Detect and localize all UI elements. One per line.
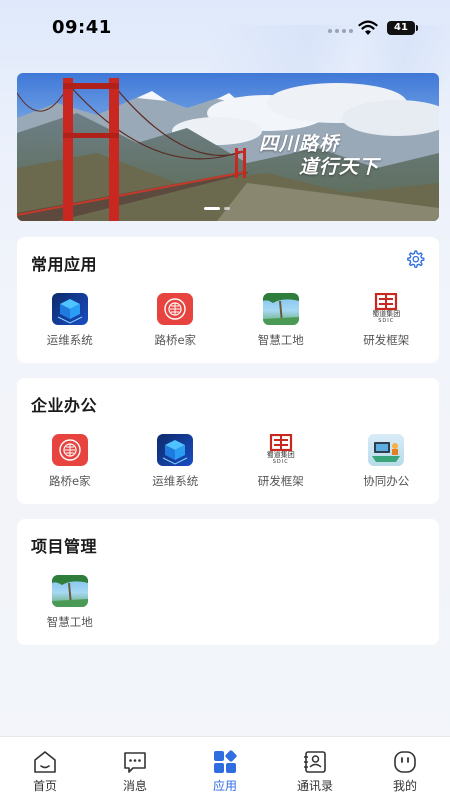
battery-icon: 41 [387,21,415,35]
section-common-apps: 常用应用 运维系统 路桥e家 智慧工地 蜀道集团 SDIC 研发框架 [17,237,439,363]
contacts-icon [304,751,326,773]
app-collab-office[interactable]: 协同办公 [334,434,440,489]
app-road-bridge-home[interactable]: 路桥e家 [123,293,229,348]
sdic-logo-sub: SDIC [272,459,289,465]
sdic-logo-text: 蜀道集团 [266,451,295,459]
profile-icon [394,751,416,773]
signal-icon [328,29,353,33]
bridge-image [17,73,439,221]
app-road-bridge-home[interactable]: 路桥e家 [17,434,123,489]
app-label: 研发框架 [363,333,410,347]
smart-site-icon [51,575,88,607]
sdic-logo-icon: 蜀道集团 SDIC [262,434,299,466]
carousel-dot [224,207,230,210]
tab-contacts[interactable]: 通讯录 [270,737,360,801]
carousel-dot-active [204,207,220,210]
app-label: 协同办公 [363,474,410,488]
status-time: 09:41 [52,17,112,38]
wifi-icon [358,20,378,35]
app-label: 智慧工地 [257,333,304,347]
collab-office-icon [368,434,405,466]
tab-label: 我的 [392,779,417,793]
app-label: 运维系统 [46,333,93,347]
app-grid: 路桥e家 运维系统 蜀道集团 SDIC 研发框架 协同办公 [17,434,439,489]
app-rd-framework[interactable]: 蜀道集团 SDIC 研发框架 [334,293,440,348]
app-label: 智慧工地 [46,615,93,629]
tab-label: 消息 [122,779,147,793]
gear-icon[interactable] [405,249,425,269]
section-title: 常用应用 [31,255,98,274]
tab-home[interactable]: 首页 [0,737,90,801]
carousel-indicator [204,207,230,210]
bottom-tab-bar: 首页 消息 应用 通讯录 我的 [0,736,450,801]
sdic-logo-icon: 蜀道集团 SDIC [368,293,405,325]
app-grid: 运维系统 路桥e家 智慧工地 蜀道集团 SDIC 研发框架 [17,293,439,348]
sdic-logo-sub: SDIC [378,318,395,324]
status-bar: 09:41 41 [0,0,450,85]
tab-label: 首页 [32,779,57,793]
app-grid: 智慧工地 [17,575,439,630]
app-smart-site[interactable]: 智慧工地 [17,575,123,630]
section-enterprise-office: 企业办公 路桥e家 运维系统 蜀道集团 SDIC 研发框架 协同办公 [17,378,439,504]
road-bridge-home-icon [51,434,88,466]
tab-messages[interactable]: 消息 [90,737,180,801]
sdic-logo-text: 蜀道集团 [372,310,401,318]
app-label: 研发框架 [257,474,304,488]
tab-apps[interactable]: 应用 [180,737,270,801]
app-label: 运维系统 [152,474,199,488]
message-icon [124,752,146,773]
app-label: 路桥e家 [48,474,91,488]
banner-carousel[interactable]: 四川路桥 道行天下 [17,73,439,221]
tab-label: 应用 [212,779,237,793]
app-ops-system[interactable]: 运维系统 [123,434,229,489]
app-smart-site[interactable]: 智慧工地 [228,293,334,348]
app-rd-framework[interactable]: 蜀道集团 SDIC 研发框架 [228,434,334,489]
road-bridge-home-icon [157,293,194,325]
section-title: 项目管理 [31,537,98,556]
app-ops-system[interactable]: 运维系统 [17,293,123,348]
section-project-management: 项目管理 智慧工地 [17,519,439,645]
tab-label: 通讯录 [296,779,333,793]
ops-system-icon [157,434,194,466]
smart-site-icon [262,293,299,325]
tab-profile[interactable]: 我的 [360,737,450,801]
apps-icon [214,750,237,773]
home-icon [34,751,56,773]
ops-system-icon [51,293,88,325]
section-title: 企业办公 [31,396,98,415]
app-label: 路桥e家 [154,333,197,347]
banner-slogan-line2: 道行天下 [299,156,380,178]
